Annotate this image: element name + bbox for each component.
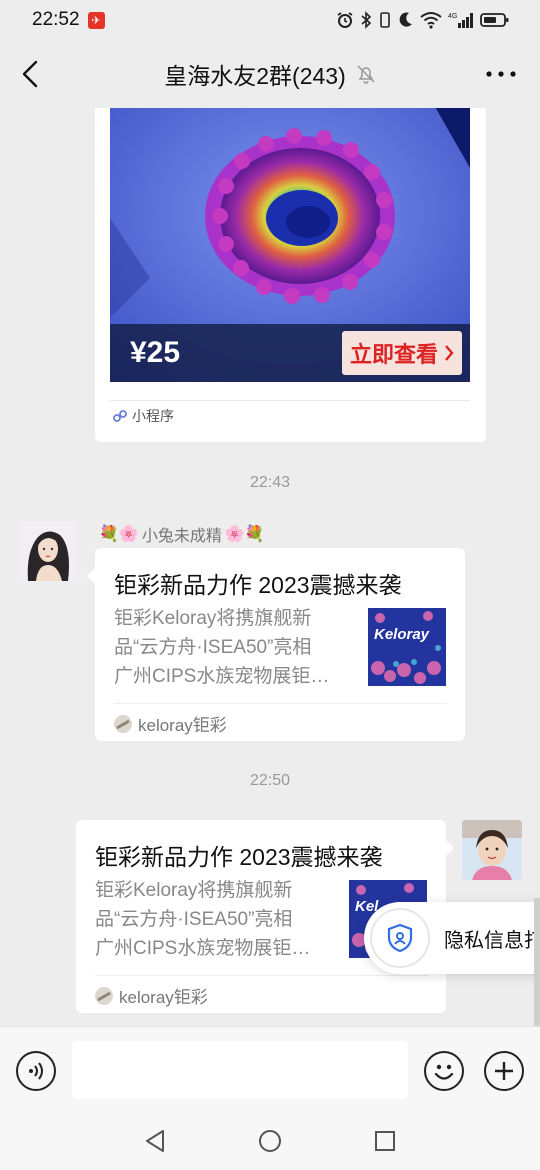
status-bar: 22:52 ✈ 4G [0,0,540,40]
network-label: 4G [448,13,457,20]
battery-icon [480,13,509,27]
side-scroll-indicator [534,898,540,1026]
link-desc-line: 广州CIPS水族宠物展钜… [95,938,311,959]
view-now-label: 立即查看 [349,342,438,367]
flower-emoji-icon: 🌸💐 [224,526,265,543]
alarm-icon [337,12,353,28]
message-timestamp: 22:50 [249,772,291,789]
shield-icon [387,923,413,953]
divider [114,703,447,704]
signal-icon: 4G [448,13,473,28]
vibrate-icon [380,12,390,28]
source-name: keloray钜彩 [138,716,227,735]
mini-program-text: 小程序 [132,408,174,424]
chat-title: 皇海水友2群(243) [164,57,375,91]
link-desc-line: 钜彩Keloray将携旗舰新 [114,608,312,629]
nav-home-button[interactable] [257,1128,283,1154]
more-options-button[interactable] [484,62,518,86]
message-timestamp: 22:43 [249,474,291,491]
mini-program-icon [113,410,127,422]
chat-header: 皇海水友2群(243) [0,40,540,108]
wifi-icon [420,12,442,29]
sender-name-text: 小兔未成精 [141,528,222,545]
status-time: 22:52 [32,9,80,30]
mini-program-card[interactable]: ¥25 立即查看 小程序 [95,108,486,442]
app-notification-icon: ✈ [87,11,105,29]
privacy-shield-button[interactable] [370,908,430,968]
nav-back-button[interactable] [142,1128,168,1154]
square-recents-icon [375,1131,395,1151]
nav-recents-button[interactable] [372,1128,398,1154]
emoji-button[interactable] [424,1051,464,1091]
link-desc-line: 品“云方舟·ISEA50”亮相 [114,637,312,658]
bluetooth-icon [361,11,372,29]
link-title: 钜彩新品力作 2023震撼来袭 [114,572,402,598]
mute-bell-icon [357,65,375,84]
source-name: keloray钜彩 [119,988,208,1007]
divider [95,975,428,976]
chevron-left-icon [22,60,38,88]
link-thumbnail: Keloray [368,608,446,686]
flower-emoji-icon: 💐🌸 [99,526,139,543]
link-title: 钜彩新品力作 2023震撼来袭 [95,844,383,870]
sender-name: 💐🌸 小兔未成精 🌸💐 [99,522,265,546]
privacy-popup-text: 隐私信息打 [444,929,540,952]
divider [110,400,470,401]
chevron-right-icon [445,345,454,361]
back-button[interactable] [16,56,44,92]
chat-messages[interactable]: ¥25 立即查看 小程序 22:43 💐🌸 小兔未成精 � [0,108,540,1026]
input-bar [0,1026,540,1110]
smiley-icon [434,1064,454,1080]
link-desc-line: 钜彩Keloray将携旗舰新 [95,880,293,901]
price-strip: ¥25 立即查看 [110,324,470,382]
product-price: ¥25 [130,336,181,369]
source-logo-icon [114,714,132,733]
thumbnail-brand-text: Keloray [374,626,430,643]
link-desc-line: 广州CIPS水族宠物展钜… [114,666,330,687]
bubble-tail [446,840,454,856]
plus-icon [495,1062,513,1080]
system-nav-bar [0,1110,540,1170]
view-now-button[interactable]: 立即查看 [341,331,462,375]
my-avatar[interactable] [462,820,522,880]
bubble-tail [87,568,95,584]
coral-product-image: ¥25 立即查看 [110,108,470,382]
circle-home-icon [259,1130,281,1152]
moon-icon [399,12,412,27]
more-dots-icon [486,71,516,77]
voice-wave-icon [29,1062,43,1080]
link-description: 钜彩Keloray将携旗舰新 品“云方舟·ISEA50”亮相 广州CIPS水族宠… [114,604,354,691]
link-desc-line: 品“云方舟·ISEA50”亮相 [95,909,293,930]
triangle-back-icon [146,1130,164,1152]
link-card[interactable]: 钜彩新品力作 2023震撼来袭 钜彩Keloray将携旗舰新 品“云方舟·ISE… [87,548,465,741]
source-logo-icon [95,986,113,1005]
message-input[interactable] [72,1041,408,1099]
privacy-protection-popup[interactable]: 隐私信息打 [364,902,540,974]
mini-program-label: 小程序 [112,406,174,426]
link-description: 钜彩Keloray将携旗舰新 品“云方舟·ISEA50”亮相 广州CIPS水族宠… [95,876,335,963]
more-functions-button[interactable] [484,1051,524,1091]
sender-avatar[interactable] [18,521,78,581]
link-source: keloray钜彩 [114,711,227,736]
voice-input-button[interactable] [16,1051,56,1091]
group-name: 皇海水友2群(243) [164,63,346,89]
link-source: keloray钜彩 [95,983,208,1008]
